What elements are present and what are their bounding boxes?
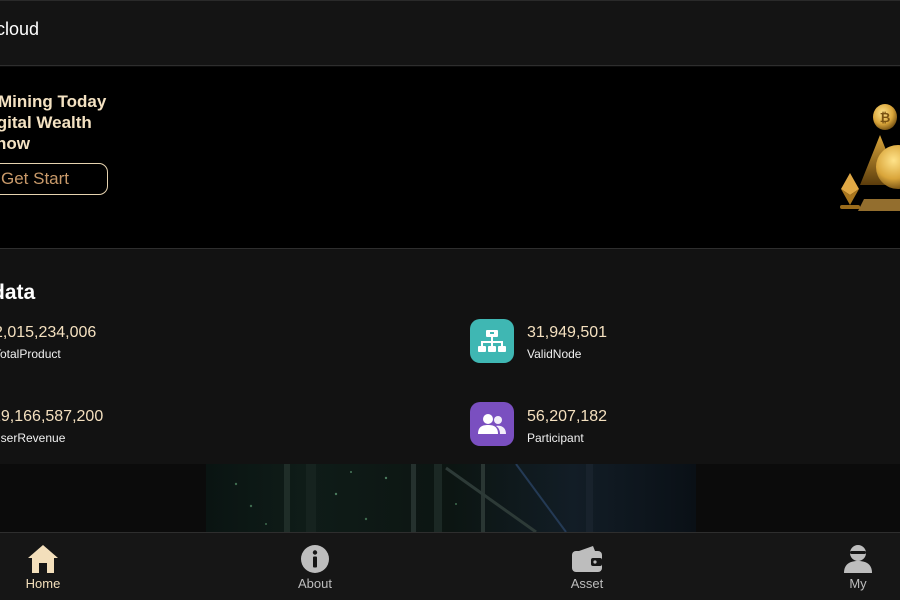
tab-label: My bbox=[849, 576, 867, 591]
stat-value: 19,166,587,200 bbox=[0, 408, 104, 425]
users-icon bbox=[470, 402, 514, 446]
tab-label: Home bbox=[25, 576, 61, 591]
tab-asset[interactable]: Asset bbox=[547, 543, 627, 591]
home-icon bbox=[28, 545, 58, 573]
tab-label: Asset bbox=[570, 576, 604, 591]
crypto-coins-illustration: ₿ bbox=[840, 104, 900, 211]
svg-text:₿: ₿ bbox=[880, 110, 891, 125]
get-start-button[interactable]: Get Start bbox=[0, 163, 108, 195]
wallet-icon bbox=[572, 546, 602, 572]
stat-label: Participant bbox=[527, 431, 584, 445]
stat-label: UserRevenue bbox=[0, 431, 66, 445]
tab-about[interactable]: About bbox=[275, 543, 355, 591]
bottom-tab-bar: Home About Asset My bbox=[0, 532, 900, 600]
stat-label: ValidNode bbox=[527, 347, 582, 361]
stat-valid-node: 31,949,501 ValidNode bbox=[527, 324, 607, 361]
promo-image bbox=[206, 464, 696, 532]
stat-value: 56,207,182 bbox=[527, 408, 608, 425]
banner-headline-line2: igital Wealth bbox=[0, 113, 92, 132]
tab-home[interactable]: Home bbox=[3, 543, 83, 591]
section-title: data bbox=[0, 281, 36, 304]
network-icon bbox=[470, 319, 514, 363]
info-icon bbox=[301, 545, 329, 573]
user-icon bbox=[844, 545, 872, 573]
stat-total-product: 2,015,234,006 TotalProduct bbox=[0, 324, 96, 361]
tab-label: About bbox=[298, 576, 332, 591]
data-section: data 2,015,234,006 TotalProduct 31,949,5… bbox=[0, 249, 900, 464]
stat-value: 31,949,501 bbox=[527, 324, 608, 341]
hero-banner: Mining Today igital Wealth now Get Start… bbox=[0, 67, 900, 249]
stat-user-revenue: 19,166,587,200 UserRevenue bbox=[0, 408, 103, 445]
banner-headline-line1: Mining Today bbox=[0, 92, 107, 111]
top-bar: cloud bbox=[0, 0, 900, 66]
tab-my[interactable]: My bbox=[818, 543, 898, 591]
stat-participant: 56,207,182 Participant bbox=[527, 408, 607, 445]
stat-label: TotalProduct bbox=[0, 347, 61, 361]
banner-headline-line3: now bbox=[0, 134, 30, 153]
brand-title: cloud bbox=[0, 19, 40, 39]
stat-value: 2,015,234,006 bbox=[0, 324, 97, 341]
